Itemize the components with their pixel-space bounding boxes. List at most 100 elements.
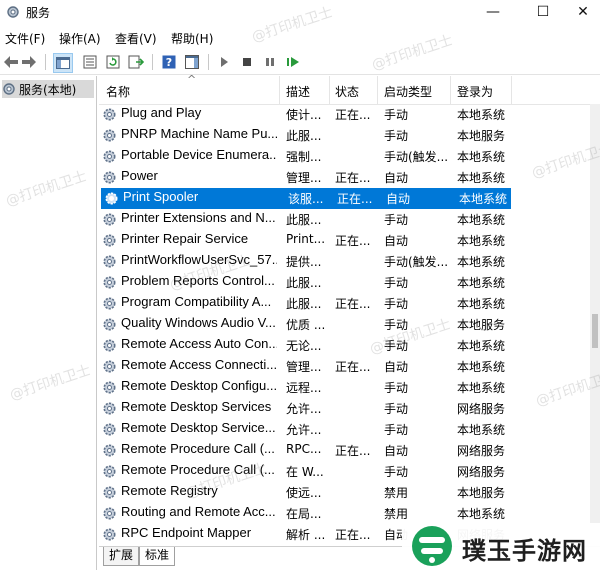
table-row[interactable]: Plug and Play 使计... 正在... 手动 本地系统 [99, 104, 589, 125]
service-name: PrintWorkflowUserSvc_57... [121, 252, 277, 267]
scrollbar-thumb[interactable] [592, 314, 598, 348]
tree-item-services-local[interactable]: 服务(本地) [2, 80, 94, 98]
service-description: 在局... [286, 507, 322, 521]
table-row[interactable]: Program Compatibility A... 此服... 正在... 手动 本地… [99, 293, 589, 314]
vertical-scrollbar[interactable] [590, 104, 600, 546]
tab-extended[interactable]: 扩展 [103, 547, 140, 566]
service-log-on-as: 本地系统 [457, 276, 506, 290]
refresh-icon[interactable] [104, 53, 122, 71]
column-header-description[interactable]: 描述 [286, 83, 310, 100]
stop-service-icon[interactable] [238, 53, 256, 71]
column-header-name[interactable]: 名称 [106, 83, 130, 100]
export-list-icon[interactable] [127, 53, 145, 71]
service-status: 正在... [335, 444, 371, 458]
back-icon[interactable] [2, 53, 20, 71]
service-name: Remote Desktop Services [121, 399, 272, 414]
show-action-pane-icon[interactable] [183, 53, 201, 71]
close-button[interactable]: ✕ [560, 0, 600, 26]
service-gear-icon [103, 423, 116, 436]
service-gear-icon [103, 486, 116, 499]
table-row[interactable]: Remote Desktop Configu... 远程... 手动 本地系统 [99, 377, 589, 398]
restart-service-icon[interactable] [284, 53, 302, 71]
service-startup-type: 手动 [384, 423, 409, 437]
list-header: ^ 名称 描述 状态 启动类型 登录为 [99, 73, 600, 105]
service-log-on-as: 本地系统 [457, 234, 506, 248]
service-status: 正在... [335, 171, 371, 185]
service-log-on-as: 本地系统 [457, 213, 506, 227]
title-bar: 服务 — ☐ ✕ [0, 0, 600, 26]
table-row[interactable]: Portable Device Enumera... 强制... 手动(触发... 本… [99, 146, 589, 167]
menu-file[interactable]: 文件(F) [5, 30, 45, 47]
service-name: Program Compatibility A... [121, 294, 272, 309]
table-row[interactable]: Print Spooler 该服... 正在... 自动 本地系统 [101, 188, 511, 209]
properties-icon[interactable] [81, 53, 99, 71]
service-log-on-as: 网络服务 [457, 444, 506, 458]
column-header-log-on-as[interactable]: 登录为 [457, 83, 493, 100]
table-row[interactable]: Printer Repair Service Print... 正在... 自动 本地系… [99, 230, 589, 251]
service-gear-icon [103, 402, 116, 415]
service-log-on-as: 本地系统 [457, 507, 506, 521]
column-divider[interactable] [377, 76, 378, 104]
service-log-on-as: 网络服务 [457, 465, 506, 479]
table-row[interactable]: Remote Registry 使远... 禁用 本地服务 [99, 482, 589, 503]
service-name: Routing and Remote Acc... [121, 504, 276, 519]
forward-icon[interactable] [20, 53, 38, 71]
service-gear-icon [103, 171, 116, 184]
table-row[interactable]: Remote Procedure Call (... RPC... 正在... 自动 网… [99, 440, 589, 461]
table-row[interactable]: PrintWorkflowUserSvc_57... 提供... 手动(触发... 本… [99, 251, 589, 272]
service-gear-icon [103, 276, 116, 289]
help-icon[interactable]: ? [160, 53, 178, 71]
table-row[interactable]: Printer Extensions and N... 此服... 手动 本地系统 [99, 209, 589, 230]
column-divider[interactable] [511, 76, 512, 104]
column-header-status[interactable]: 状态 [335, 83, 359, 100]
service-log-on-as: 本地服务 [457, 486, 506, 500]
service-name: Remote Access Connecti... [121, 357, 277, 372]
table-row[interactable]: Remote Desktop Services 允许... 手动 网络服务 [99, 398, 589, 419]
service-description: 提供... [286, 255, 322, 269]
pause-service-icon[interactable] [261, 53, 279, 71]
column-divider[interactable] [279, 76, 280, 104]
service-log-on-as: 本地系统 [457, 255, 506, 269]
table-row[interactable]: Remote Access Connecti... 管理... 正在... 自动 本地系… [99, 356, 589, 377]
service-startup-type: 手动 [384, 297, 409, 311]
minimize-button[interactable]: — [470, 0, 516, 26]
brand-logo-icon [412, 526, 452, 566]
toolbar-separator [208, 54, 209, 70]
service-gear-icon [103, 297, 116, 310]
table-row[interactable]: Quality Windows Audio V... 优质 ... 手动 本地服务 [99, 314, 589, 335]
service-name: Plug and Play [121, 105, 202, 120]
table-row[interactable]: Power 管理... 正在... 自动 本地系统 [99, 167, 589, 188]
menu-action[interactable]: 操作(A) [59, 30, 101, 47]
service-description: 使计... [286, 108, 322, 122]
table-row[interactable]: Routing and Remote Acc... 在局... 禁用 本地系统 [99, 503, 589, 524]
service-log-on-as: 本地系统 [457, 381, 506, 395]
service-description: 此服... [286, 297, 322, 311]
column-divider[interactable] [329, 76, 330, 104]
table-row[interactable]: Problem Reports Control... 此服... 手动 本地系统 [99, 272, 589, 293]
svg-text:?: ? [166, 56, 172, 69]
menu-view[interactable]: 查看(V) [115, 30, 157, 47]
column-header-startup-type[interactable]: 启动类型 [384, 83, 432, 100]
show-hide-console-tree-icon[interactable] [53, 53, 73, 73]
service-log-on-as: 本地服务 [457, 318, 506, 332]
table-row[interactable]: PNRP Machine Name Pu... 此服... 手动 本地服务 [99, 125, 589, 146]
service-startup-type: 手动 [384, 339, 409, 353]
service-name: Remote Procedure Call (... [121, 462, 275, 477]
service-gear-icon [103, 318, 116, 331]
table-row[interactable]: Remote Procedure Call (... 在 W... 手动 网络服务 [99, 461, 589, 482]
service-gear-icon [103, 507, 116, 520]
service-startup-type: 手动 [384, 402, 409, 416]
table-row[interactable]: Remote Desktop Service... 允许... 手动 本地系统 [99, 419, 589, 440]
tab-standard[interactable]: 标准 [139, 547, 176, 566]
service-log-on-as: 本地系统 [457, 297, 506, 311]
start-service-icon[interactable] [215, 53, 233, 71]
service-log-on-as: 本地系统 [457, 150, 506, 164]
column-divider[interactable] [450, 76, 451, 104]
service-description: 在 W... [286, 465, 324, 479]
table-row[interactable]: Remote Access Auto Con... 无论... 手动 本地系统 [99, 335, 589, 356]
service-startup-type: 手动 [384, 213, 409, 227]
menu-help[interactable]: 帮助(H) [171, 30, 213, 47]
service-description: 此服... [286, 213, 322, 227]
service-startup-type: 自动 [384, 444, 409, 458]
service-log-on-as: 本地系统 [457, 339, 506, 353]
